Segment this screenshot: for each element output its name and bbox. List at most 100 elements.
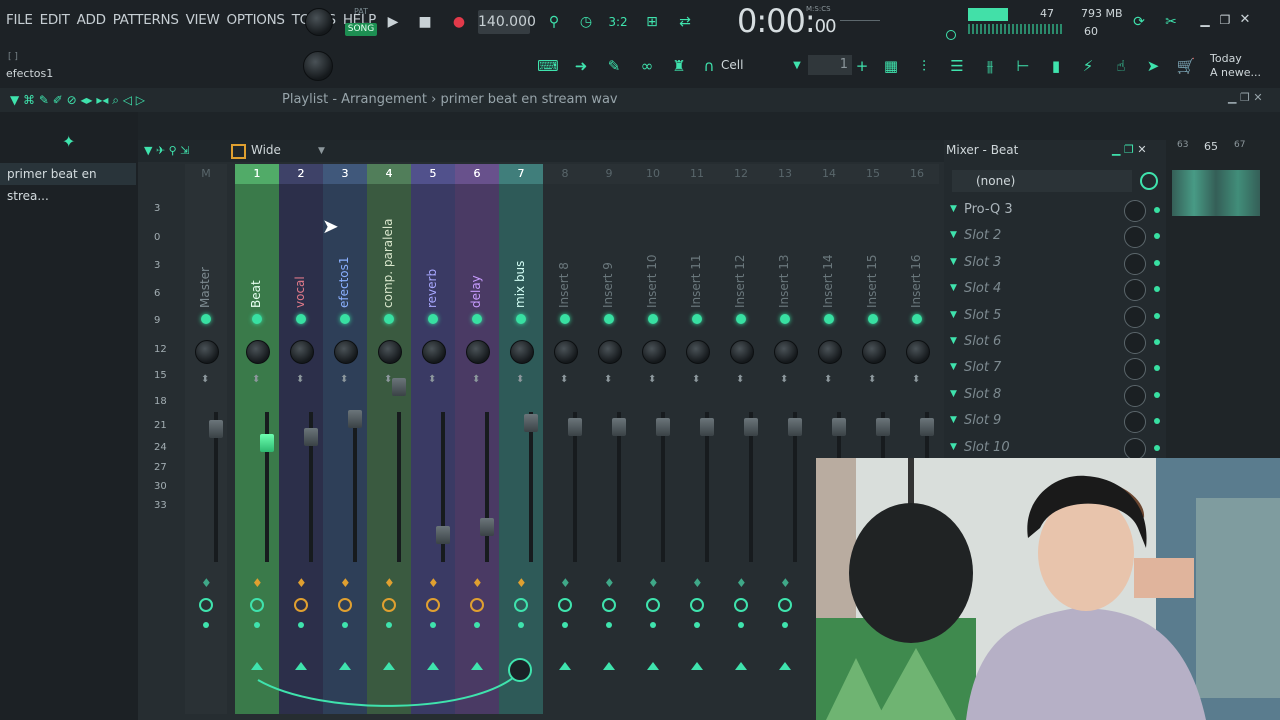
- route-dot[interactable]: [738, 622, 744, 628]
- link-bulb-icon[interactable]: ♦: [560, 576, 571, 590]
- mixer-track[interactable]: 5 reverb ⬍ ♦: [411, 164, 455, 714]
- volume-fader[interactable]: [568, 418, 582, 436]
- width-chevron-icon[interactable]: ▼: [318, 146, 325, 156]
- stereo-separation-icon[interactable]: ⬍: [736, 374, 744, 385]
- link-bulb-icon[interactable]: ♦: [692, 576, 703, 590]
- track-name[interactable]: Insert 8: [557, 262, 571, 308]
- track-enable-led[interactable]: [648, 314, 658, 324]
- volume-fader[interactable]: [436, 526, 450, 544]
- pan-knob[interactable]: [774, 340, 798, 364]
- route-dot[interactable]: [203, 622, 209, 628]
- slot-enable-led[interactable]: [1154, 418, 1160, 425]
- stereo-separation-icon[interactable]: ⬍: [824, 374, 832, 385]
- stereo-separation-icon[interactable]: ⬍: [560, 374, 568, 385]
- pan-knob[interactable]: [510, 340, 534, 364]
- slot-enable-led[interactable]: [1154, 233, 1160, 240]
- latency-clock-icon[interactable]: [470, 598, 484, 612]
- volume-fader[interactable]: [920, 418, 934, 436]
- shop-icon[interactable]: 🛒: [1175, 56, 1197, 76]
- pan-knob[interactable]: [818, 340, 842, 364]
- latency-clock-icon[interactable]: [734, 598, 748, 612]
- stereo-separation-icon[interactable]: ⬍: [780, 374, 788, 385]
- mixer-color-icon[interactable]: [231, 144, 246, 159]
- track-name[interactable]: Insert 10: [645, 254, 659, 308]
- latency-clock-icon[interactable]: [250, 598, 264, 612]
- volume-fader[interactable]: [348, 410, 362, 428]
- track-number[interactable]: 12: [719, 164, 763, 184]
- track-number[interactable]: 10: [631, 164, 675, 184]
- mixer-track[interactable]: 4 comp. paralela ⬍ ♦: [367, 164, 411, 714]
- pan-knob[interactable]: [730, 340, 754, 364]
- track-name[interactable]: Insert 13: [777, 254, 791, 308]
- route-dot[interactable]: [694, 622, 700, 628]
- pencil-icon[interactable]: ✎: [603, 56, 625, 76]
- stereo-separation-icon[interactable]: ⬍: [868, 374, 876, 385]
- slot-expand-icon[interactable]: ▼: [950, 442, 957, 452]
- menu-view[interactable]: VIEW: [186, 12, 220, 28]
- latency-clock-icon[interactable]: [778, 598, 792, 612]
- track-name[interactable]: reverb: [425, 269, 439, 308]
- playlist-tools-icon[interactable]: ▼ ⌘ ✎ ✐ ⊘ ◂▸ ▸◂ ⌕ ◁ ▷: [10, 93, 145, 108]
- stereo-separation-icon[interactable]: ⬍: [428, 374, 436, 385]
- link-bulb-icon[interactable]: ♦: [472, 576, 483, 590]
- slot-mix-knob[interactable]: [1124, 252, 1146, 275]
- route-dot[interactable]: [518, 622, 524, 628]
- track-enable-led[interactable]: [516, 314, 526, 324]
- track-number[interactable]: 14: [807, 164, 851, 184]
- volume-fader[interactable]: [392, 378, 406, 396]
- pan-knob[interactable]: [334, 340, 358, 364]
- track-number[interactable]: 5: [411, 164, 455, 184]
- track-number[interactable]: 8: [543, 164, 587, 184]
- pan-knob[interactable]: [642, 340, 666, 364]
- pan-knob[interactable]: [290, 340, 314, 364]
- link-bulb-icon[interactable]: ♦: [296, 576, 307, 590]
- route-dot[interactable]: [298, 622, 304, 628]
- menu-add[interactable]: ADD: [77, 12, 106, 28]
- latency-clock-icon[interactable]: [426, 598, 440, 612]
- stamp-icon[interactable]: ♜: [668, 56, 690, 76]
- link-bulb-icon[interactable]: ♦: [648, 576, 659, 590]
- link-bulb-icon[interactable]: ♦: [252, 576, 263, 590]
- mixer-slot[interactable]: ▼ Slot 8: [946, 383, 1162, 409]
- track-number[interactable]: 15: [851, 164, 895, 184]
- step-edit-icon[interactable]: ⊞: [640, 10, 664, 34]
- pitch-knob[interactable]: [303, 51, 333, 81]
- song-mode-button[interactable]: SONG: [345, 23, 377, 36]
- slot-enable-led[interactable]: [1154, 365, 1160, 372]
- plus-icon[interactable]: +: [851, 56, 873, 76]
- track-number[interactable]: 1: [235, 164, 279, 184]
- slot-expand-icon[interactable]: ▼: [950, 415, 957, 425]
- slot-mix-knob[interactable]: [1124, 226, 1146, 249]
- link-bulb-icon[interactable]: ♦: [201, 576, 212, 590]
- slot-mix-knob[interactable]: [1124, 279, 1146, 302]
- mixer-track[interactable]: 3 efectos1 ⬍ ♦: [323, 164, 367, 714]
- track-number[interactable]: 11: [675, 164, 719, 184]
- metronome-icon[interactable]: ⚲: [542, 10, 566, 34]
- mixer-window-controls-icon[interactable]: ▁ ❐ ✕: [1112, 143, 1147, 156]
- latency-clock-icon[interactable]: [199, 598, 213, 612]
- track-name[interactable]: efectos1: [337, 256, 351, 308]
- route-dot[interactable]: [474, 622, 480, 628]
- refresh-icon[interactable]: ⟳: [1127, 10, 1151, 34]
- track-name[interactable]: Insert 15: [865, 254, 879, 308]
- slot-enable-led[interactable]: [1154, 286, 1160, 293]
- mixer-track[interactable]: M Master ⬍ ♦: [185, 164, 227, 714]
- multilink-icon[interactable]: ✂: [1159, 10, 1183, 34]
- stereo-separation-icon[interactable]: ⬍: [201, 374, 209, 385]
- slot-enable-led[interactable]: [1154, 207, 1160, 213]
- track-number[interactable]: 7: [499, 164, 543, 184]
- stereo-separation-icon[interactable]: ⬍: [340, 374, 348, 385]
- mixer-icon[interactable]: ☰: [946, 56, 968, 76]
- countdown-icon[interactable]: 3:2: [606, 10, 630, 34]
- slot-enable-led[interactable]: [1154, 312, 1160, 319]
- track-name[interactable]: Master: [198, 267, 212, 308]
- route-arrow-icon[interactable]: [647, 662, 659, 670]
- tip-icon[interactable]: ➤: [1142, 56, 1164, 76]
- wait-record-icon[interactable]: ◷: [574, 10, 598, 34]
- latency-clock-icon[interactable]: [690, 598, 704, 612]
- track-name[interactable]: delay: [469, 275, 483, 308]
- track-name[interactable]: Insert 9: [601, 262, 615, 308]
- piano-roll-icon[interactable]: ⌨: [537, 56, 559, 76]
- slot-mix-knob[interactable]: [1124, 305, 1146, 328]
- stereo-separation-icon[interactable]: ⬍: [692, 374, 700, 385]
